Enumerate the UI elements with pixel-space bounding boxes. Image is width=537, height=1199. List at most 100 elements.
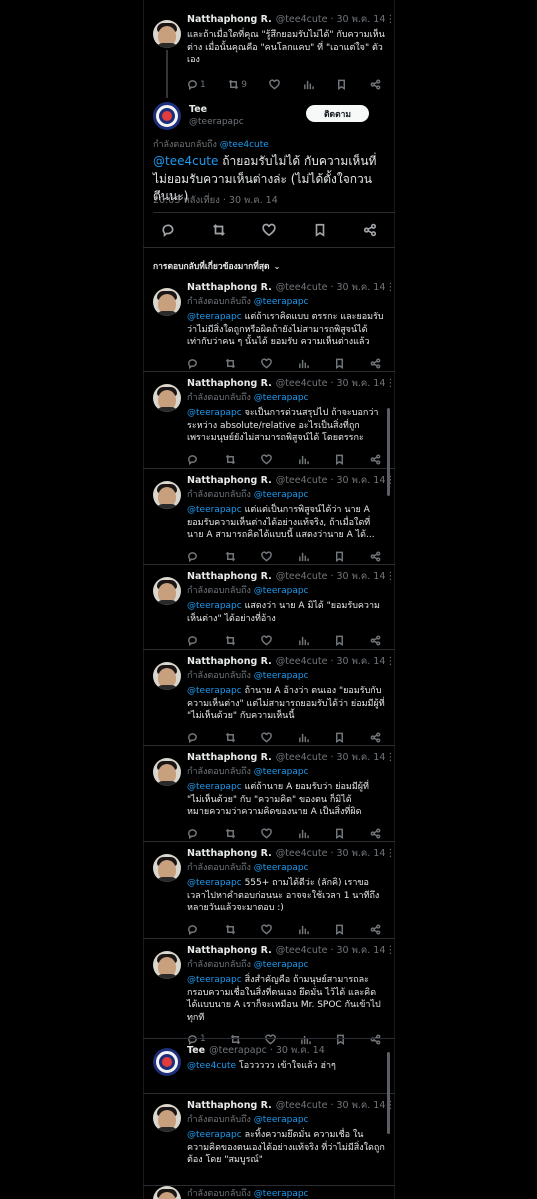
share-button[interactable] — [370, 924, 381, 935]
reply-button[interactable] — [187, 828, 200, 839]
avatar[interactable] — [153, 1048, 181, 1076]
mention-link[interactable]: @teerapapc — [187, 601, 242, 611]
reply-button[interactable] — [187, 551, 200, 562]
reply-tweet[interactable]: Natthaphong R. @tee4cute · 30 พ.ค. 14 ⋮ กำลัง… — [143, 282, 395, 371]
replying-mention[interactable]: @teerapapc — [254, 586, 309, 596]
more-icon[interactable]: ⋮ — [385, 945, 395, 957]
retweet-button[interactable] — [225, 551, 236, 562]
avatar[interactable] — [153, 1186, 181, 1199]
more-icon[interactable]: ⋮ — [385, 14, 395, 26]
author-name[interactable]: Natthaphong R. — [187, 656, 272, 668]
replying-mention[interactable]: @teerapapc — [254, 767, 309, 777]
reply-tweet[interactable]: Natthaphong R. @tee4cute · 30 พ.ค. 14 ⋮ กำลัง… — [143, 656, 395, 745]
bookmark-button[interactable] — [334, 828, 345, 839]
mention-link[interactable]: @teerapapc — [187, 505, 242, 515]
author-name[interactable]: Tee — [189, 104, 207, 115]
reply-tweet[interactable]: Natthaphong R. @tee4cute · 30 พ.ค. 14 ⋮ กำลัง… — [143, 571, 395, 647]
views-button[interactable] — [300, 1034, 311, 1045]
tweet-date[interactable]: 30 พ.ค. 14 — [337, 945, 386, 957]
share-button[interactable] — [370, 454, 381, 465]
like-button[interactable] — [261, 454, 273, 465]
more-icon[interactable]: ⋮ — [385, 378, 395, 390]
author-handle[interactable]: @tee4cute — [276, 475, 328, 487]
reply-button[interactable] — [187, 924, 200, 935]
tweet-date[interactable]: 30 พ.ค. 14 — [337, 656, 386, 668]
retweet-button[interactable] — [225, 924, 236, 935]
views-button[interactable] — [298, 358, 309, 369]
reply-button[interactable] — [187, 732, 200, 743]
more-icon[interactable]: ⋮ — [385, 848, 395, 860]
like-button[interactable] — [261, 924, 273, 935]
like-button[interactable] — [261, 828, 273, 839]
reply-button[interactable]: 1 — [187, 79, 206, 90]
author-handle[interactable]: @teerapapc — [209, 1045, 267, 1057]
author-name[interactable]: Natthaphong R. — [187, 1100, 272, 1112]
tweet-date[interactable]: 30 พ.ค. 14 — [337, 14, 386, 26]
replying-mention[interactable]: @teerapapc — [254, 960, 309, 970]
author-handle[interactable]: @tee4cute — [276, 378, 328, 390]
views-button[interactable] — [298, 732, 309, 743]
retweet-button[interactable] — [225, 828, 236, 839]
bookmark-button[interactable] — [334, 635, 345, 646]
author-handle[interactable]: @teerapapc — [189, 117, 244, 127]
share-button[interactable] — [370, 732, 381, 743]
author-handle[interactable]: @tee4cute — [276, 1100, 328, 1112]
tweet-date[interactable]: 30 พ.ค. 14 — [337, 378, 386, 390]
author-name[interactable]: Natthaphong R. — [187, 945, 272, 957]
scrollbar-thumb[interactable] — [387, 1052, 390, 1134]
avatar[interactable] — [153, 1104, 181, 1132]
mention-link[interactable]: @tee4cute — [187, 1061, 236, 1071]
retweet-button[interactable] — [225, 635, 236, 646]
replying-mention[interactable]: @teerapapc — [254, 490, 309, 500]
avatar[interactable] — [153, 758, 181, 786]
tweet-date[interactable]: 30 พ.ค. 14 — [337, 848, 386, 860]
bookmark-button[interactable] — [334, 358, 345, 369]
tweet-top[interactable]: Natthaphong R. @tee4cute · 30 พ.ค. 14 ⋮ … — [143, 14, 395, 92]
mention-link[interactable]: @teerapapc — [187, 686, 242, 696]
share-icon[interactable] — [363, 223, 377, 237]
author-handle[interactable]: @tee4cute — [276, 282, 328, 294]
replying-mention[interactable]: @teerapapc — [254, 393, 309, 403]
avatar[interactable] — [153, 384, 181, 412]
tweet-date[interactable]: 30 พ.ค. 14 — [276, 1045, 325, 1057]
mention-link[interactable]: @teerapapc — [187, 312, 242, 322]
mention-link[interactable]: @teerapapc — [187, 1130, 242, 1140]
replying-mention[interactable]: @tee4cute — [220, 140, 269, 150]
scrollbar-thumb[interactable] — [387, 408, 390, 496]
follow-button[interactable]: ติดตาม — [306, 105, 369, 122]
retweet-button[interactable] — [230, 1034, 241, 1045]
avatar[interactable] — [153, 951, 181, 979]
bookmark-button[interactable] — [334, 732, 345, 743]
more-icon[interactable]: ⋮ — [385, 282, 395, 294]
more-icon[interactable]: ⋮ — [385, 752, 395, 764]
author-handle[interactable]: @tee4cute — [276, 945, 328, 957]
reply-tweet[interactable]: Natthaphong R. @tee4cute · 30 พ.ค. 14 ⋮ กำลัง… — [143, 475, 395, 564]
avatar[interactable] — [153, 854, 181, 882]
timestamp[interactable]: 20:03 หลังเที่ยง · 30 พ.ค. 14 — [153, 193, 278, 208]
reply-icon[interactable] — [161, 223, 175, 237]
like-button[interactable] — [261, 358, 273, 369]
bookmark-button[interactable] — [336, 79, 347, 90]
reply-button[interactable]: 1 — [187, 1034, 206, 1045]
reply-tweet[interactable]: Natthaphong R. @tee4cute · 30 พ.ค. 14 ⋮ กำลัง… — [143, 752, 395, 841]
retweet-button[interactable]: 9 — [228, 79, 247, 90]
avatar[interactable] — [153, 577, 181, 605]
tweet-reply-last[interactable]: Natthaphong R. @tee4cute · 30 พ.ค. 14 ⋮ … — [143, 1100, 395, 1167]
views-button[interactable] — [298, 924, 309, 935]
more-icon[interactable]: ⋮ — [385, 571, 395, 583]
author-handle[interactable]: @tee4cute — [276, 14, 328, 26]
author-name[interactable]: Natthaphong R. — [187, 282, 272, 294]
tweet-date[interactable]: 30 พ.ค. 14 — [337, 475, 386, 487]
tweet-reply-cut[interactable]: กำลังตอบกลับถึง @teerapapc — [143, 1186, 395, 1199]
views-button[interactable] — [298, 635, 309, 646]
author-name[interactable]: Natthaphong R. — [187, 848, 272, 860]
mention-link[interactable]: @teerapapc — [187, 975, 242, 985]
mention-link[interactable]: @teerapapc — [187, 408, 242, 418]
author-handle[interactable]: @tee4cute — [276, 752, 328, 764]
retweet-button[interactable] — [225, 454, 236, 465]
reply-button[interactable] — [187, 454, 200, 465]
author-handle[interactable]: @tee4cute — [276, 656, 328, 668]
views-button[interactable] — [298, 454, 309, 465]
reply-button[interactable] — [187, 358, 200, 369]
like-button[interactable] — [261, 732, 273, 743]
